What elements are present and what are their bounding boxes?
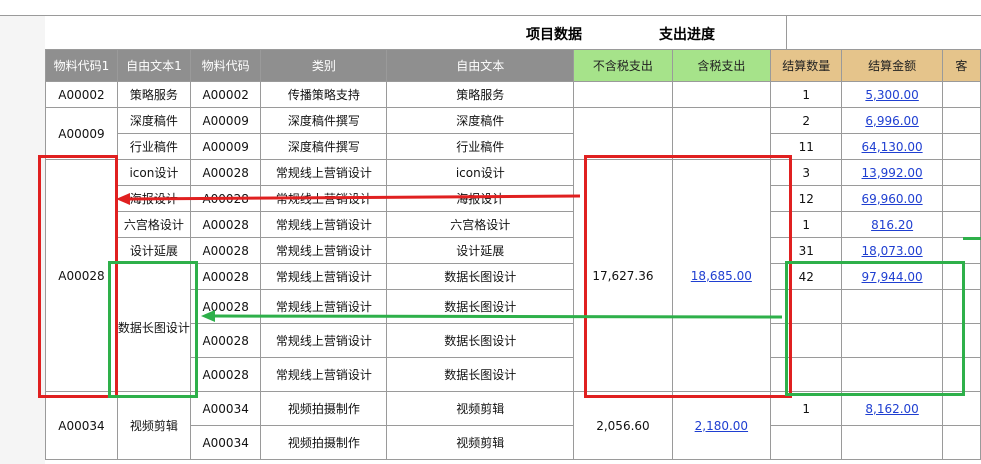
red-arrow <box>116 193 581 205</box>
green-arrow <box>201 310 783 322</box>
annotation-arrows <box>116 193 783 322</box>
